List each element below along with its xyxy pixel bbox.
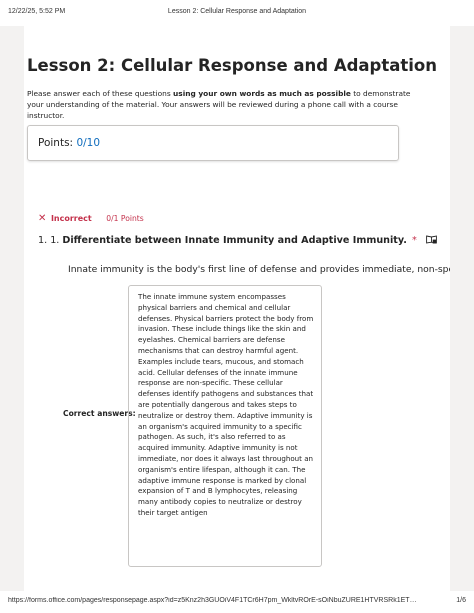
print-url: https://forms.office.com/pages/responsep… <box>8 597 418 604</box>
form-intro: Please answer each of these questions us… <box>27 89 411 120</box>
print-document-title: Lesson 2: Cellular Response and Adaptati… <box>167 8 307 15</box>
points-summary: Points: 0/10 <box>27 125 399 161</box>
question-text: Differentiate between Innate Immunity an… <box>62 235 407 246</box>
print-page-number: 1/6 <box>456 597 466 604</box>
result-status: Incorrect <box>50 214 92 223</box>
points-value: 0/10 <box>76 137 101 149</box>
print-footer: https://forms.office.com/pages/responsep… <box>0 591 474 613</box>
print-header: 12/22/25, 5:52 PM Lesson 2: Cellular Res… <box>0 0 474 26</box>
question-number: 1. 1. <box>38 235 60 246</box>
immersive-reader-icon[interactable] <box>425 235 437 244</box>
form-title: Lesson 2: Cellular Response and Adaptati… <box>27 56 438 75</box>
response-text: Innate immunity is the body's first line… <box>68 264 450 275</box>
required-marker: * <box>411 235 417 246</box>
question-title: 1. 1. Differentiate between Innate Immun… <box>38 235 437 246</box>
correct-answer-box: The innate immune system encompasses phy… <box>128 285 322 567</box>
question-points: 0/1 Points <box>106 214 144 223</box>
question-result: ✕ Incorrect 0/1 Points <box>38 213 144 224</box>
points-label: Points: <box>38 137 74 149</box>
x-icon: ✕ <box>38 213 47 224</box>
correct-answers-label: Correct answers: <box>63 409 136 418</box>
